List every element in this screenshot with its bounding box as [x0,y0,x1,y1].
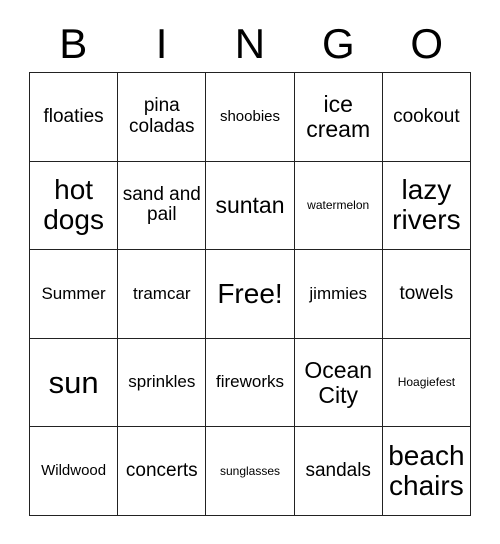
bingo-cell[interactable]: sandals [294,427,383,516]
bingo-cell-label: sprinkles [128,372,196,392]
bingo-cell-label: lazy rivers [392,174,461,236]
bingo-cell[interactable]: ice cream [294,73,383,162]
bingo-cell[interactable]: sunglasses [206,427,295,516]
bingo-cell-label: Ocean City [304,356,373,408]
bingo-cell-label: sandals [305,459,371,481]
bingo-cell-label: floaties [43,105,104,127]
bingo-header-row: B I N G O [29,16,471,72]
bingo-cell-label: jimmies [309,283,367,303]
bingo-header-letter-b: B [59,20,88,67]
bingo-cell[interactable]: sun [30,338,119,428]
bingo-cell[interactable]: towels [382,250,471,339]
bingo-free-label: Free! [217,277,283,309]
bingo-cell-label: suntan [215,191,285,218]
bingo-cell[interactable]: concerts [118,427,207,516]
bingo-grid: floaties pina coladas shoobies ice cream… [29,72,471,516]
bingo-cell-label: hot dogs [43,174,104,236]
bingo-cell-label: sunglasses [219,463,281,478]
bingo-cell[interactable]: beach chairs [382,427,471,516]
bingo-cell[interactable]: Wildwood [30,427,119,516]
bingo-cell-label: sun [48,364,99,400]
bingo-cell-label: tramcar [132,283,191,303]
bingo-header-letter-o: O [410,20,444,67]
bingo-cell[interactable]: hot dogs [30,161,119,251]
bingo-cell[interactable]: watermelon [294,161,383,251]
bingo-card: B I N G O floaties pina coladas shoobies… [0,0,500,544]
bingo-cell[interactable]: fireworks [206,338,295,428]
bingo-cell[interactable]: suntan [206,161,295,251]
bingo-cell[interactable]: lazy rivers [382,161,471,251]
bingo-cell[interactable]: Hoagiefest [382,338,471,428]
bingo-cell-label: concerts [125,459,198,481]
bingo-cell[interactable]: sprinkles [118,338,207,428]
bingo-cell-label: sand and pail [122,183,201,226]
bingo-cell-label: watermelon [307,197,370,212]
bingo-cell-label: fireworks [215,372,284,392]
bingo-cell[interactable]: jimmies [294,250,383,339]
bingo-cell-free[interactable]: Free! [206,250,295,339]
bingo-cell-label: Hoagiefest [397,375,456,390]
bingo-cell-label: towels [399,282,454,304]
bingo-header-letter-n: N [234,20,266,67]
bingo-cell-label: pina coladas [129,95,195,137]
bingo-cell[interactable]: tramcar [118,250,207,339]
bingo-cell[interactable]: cookout [382,73,471,162]
bingo-header-letter-i: I [155,20,168,67]
bingo-cell[interactable]: Ocean City [294,338,383,428]
bingo-cell[interactable]: Summer [30,250,119,339]
bingo-cell-label: ice cream [306,90,371,142]
bingo-cell-label: Summer [41,283,106,303]
bingo-cell-label: cookout [393,105,460,127]
bingo-cell[interactable]: floaties [30,73,119,162]
bingo-cell-label: shoobies [219,107,281,125]
bingo-cell[interactable]: sand and pail [118,161,207,251]
bingo-cell-label: Wildwood [41,462,107,480]
bingo-cell-label: beach chairs [388,439,465,502]
bingo-cell[interactable]: pina coladas [118,73,207,162]
bingo-header-letter-g: G [322,20,355,67]
bingo-cell[interactable]: shoobies [206,73,295,162]
